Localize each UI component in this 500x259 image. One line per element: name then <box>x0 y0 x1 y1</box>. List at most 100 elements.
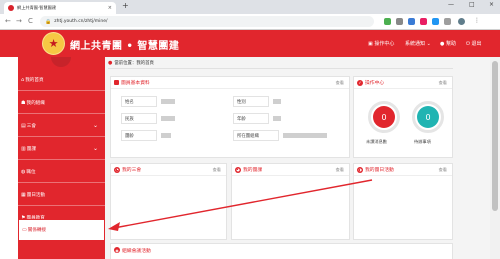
sidebar-item-group-lesson[interactable]: ▥ 團課 ⌄ <box>18 138 105 160</box>
todo-count: 0 <box>417 106 439 128</box>
reload-button[interactable]: C <box>28 17 33 25</box>
league-age-value <box>161 133 171 138</box>
card-header: 團員基本資料 查看 <box>111 77 349 89</box>
gender-value <box>273 99 281 104</box>
sidebar-item-label: 三會 <box>26 123 36 129</box>
league-emblem-icon: ★ <box>42 32 65 55</box>
window-maximize-button[interactable]: □ <box>469 1 475 8</box>
card-header: ◉ 組織會議活動 <box>111 244 452 256</box>
sidebar-item-home[interactable]: ⌂ 我的首頁 <box>18 69 105 91</box>
tab-close-button[interactable]: × <box>108 5 112 11</box>
lesson-icon: ◕ <box>235 166 241 173</box>
sidebar: ⌂ 我的首頁 ☗ 我的組織 ▤ 三會 ⌄ ▥ 團課 ⌄ ◍ 職位 ▦ 團日活動 … <box>18 57 105 259</box>
info-icon <box>114 80 119 85</box>
ethnicity-value <box>161 116 175 121</box>
league-age-label: 團齡 <box>121 130 157 141</box>
card-header: ◑ 我的團日活動 查看 <box>354 164 452 176</box>
profile-avatar[interactable] <box>458 18 465 25</box>
sidebar-item-label: 關係轉接 <box>27 228 47 233</box>
main-content: ● 當前位置：我的首頁 團員基本資料 查看 姓名 民族 團齡 性別 年齡 所在團… <box>105 57 500 259</box>
card-title: 我的團日活動 <box>365 168 394 173</box>
url-input[interactable]: 🔒 zhtj.youth.cn/zhtj/mine/ <box>40 16 374 27</box>
operation-center-card: ✓ 操作中心 查看 0 未讀消息數 0 待辦事項 <box>353 76 453 158</box>
book-icon: ▥ <box>21 145 26 152</box>
divider <box>108 68 453 69</box>
operation-center-link[interactable]: ▣ 操作中心 <box>368 40 394 47</box>
view-more-link[interactable]: 查看 <box>439 80 447 86</box>
sidebar-item-organization[interactable]: ☗ 我的組織 <box>18 92 105 114</box>
forward-button[interactable]: → <box>16 17 22 25</box>
sidebar-item-label: 我的組織 <box>26 100 45 106</box>
my-three-meetings-card: ◔ 我的三會 查看 <box>110 163 227 240</box>
card-title: 我的團課 <box>243 168 263 173</box>
extension-icon[interactable] <box>444 18 451 25</box>
avatar <box>51 57 71 67</box>
site-title: 網上共青團 • 智慧團建 <box>70 41 180 52</box>
sidebar-item-label: 團日活動 <box>26 192 46 198</box>
location-pin-icon: ● <box>108 59 113 66</box>
view-more-link[interactable]: 查看 <box>439 167 447 173</box>
system-notice-link[interactable]: 系統通知 ⌄ <box>405 40 431 47</box>
window-close-button[interactable]: × <box>489 1 494 8</box>
card-title: 團員基本資料 <box>121 81 150 86</box>
gender-label: 性別 <box>233 96 269 107</box>
new-tab-button[interactable]: + <box>122 1 129 10</box>
unread-count: 0 <box>373 106 395 128</box>
window-minimize-button[interactable]: — <box>448 1 454 8</box>
my-group-lesson-card: ◕ 我的團課 查看 <box>231 163 350 240</box>
todo-counter[interactable]: 0 <box>412 101 444 133</box>
card-title: 組織會議活動 <box>122 248 151 254</box>
lock-icon: 🔒 <box>45 18 52 25</box>
operation-center-label: 操作中心 <box>374 41 395 47</box>
basic-info-card: 團員基本資料 查看 姓名 民族 團齡 性別 年齡 所在團組織 <box>110 76 350 158</box>
browser-tab[interactable]: 網上共青團·智慧團建 × <box>4 2 116 14</box>
name-label: 姓名 <box>121 96 157 107</box>
view-more-link[interactable]: 查看 <box>336 167 344 173</box>
name-value <box>161 99 175 104</box>
transfer-icon: ▭ <box>22 227 27 233</box>
favicon-icon <box>8 5 14 11</box>
page-scrollbar[interactable] <box>490 57 500 259</box>
organization-label: 所在團組織 <box>233 130 279 141</box>
view-more-link[interactable]: 查看 <box>336 80 344 86</box>
help-link[interactable]: ● 幫助 <box>440 40 456 47</box>
logout-label: 退出 <box>471 41 482 47</box>
ethnicity-label: 民族 <box>121 113 157 124</box>
card-header: ◕ 我的團課 查看 <box>232 164 349 176</box>
extension-icon[interactable] <box>420 18 427 25</box>
card-header: ◔ 我的三會 查看 <box>111 164 226 176</box>
sidebar-item-three-meetings[interactable]: ▤ 三會 ⌄ <box>18 115 105 137</box>
sidebar-item-label: 我的首頁 <box>25 77 44 83</box>
home-icon: ⌂ <box>21 76 25 83</box>
activity-icon: ◉ <box>114 247 120 253</box>
browser-menu-icon[interactable]: ⋮ <box>474 17 481 24</box>
browser-tab-bar: 網上共青團·智慧團建 × + — □ × <box>0 0 500 14</box>
sidebar-item-transfer[interactable]: ▭ 關係轉接 <box>18 219 105 241</box>
view-more-link[interactable]: 查看 <box>213 167 221 173</box>
extension-icon[interactable] <box>432 18 439 25</box>
people-icon: ☗ <box>21 99 26 106</box>
unread-messages-counter[interactable]: 0 <box>368 101 400 133</box>
url-text: zhtj.youth.cn/zhtj/mine/ <box>54 19 108 24</box>
help-label: 幫助 <box>445 41 456 47</box>
badge-icon: ◍ <box>21 168 26 175</box>
card-title: 我的三會 <box>122 168 142 173</box>
browser-address-bar: ← → C 🔒 zhtj.youth.cn/zhtj/mine/ ⋮ <box>0 14 500 30</box>
card-title: 操作中心 <box>365 81 385 86</box>
calendar-icon: ◑ <box>357 166 363 173</box>
age-label: 年齡 <box>233 113 269 124</box>
scrollbar-thumb[interactable] <box>492 61 498 211</box>
extension-icon[interactable] <box>408 18 415 25</box>
chevron-down-icon: ⌄ <box>92 145 98 152</box>
back-button[interactable]: ← <box>5 17 11 25</box>
card-header: ✓ 操作中心 查看 <box>354 77 452 89</box>
sidebar-item-league-day[interactable]: ▦ 團日活動 <box>18 184 105 206</box>
extension-icon[interactable] <box>384 18 391 25</box>
recent-activity-card: ◉ 組織會議活動 <box>110 243 453 259</box>
todo-label: 待辦事項 <box>414 139 431 144</box>
age-value <box>273 116 281 121</box>
operation-icon: ✓ <box>357 79 363 86</box>
sidebar-item-position[interactable]: ◍ 職位 <box>18 161 105 183</box>
logout-link[interactable]: ⏻ 退出 <box>466 40 482 47</box>
extension-icon[interactable] <box>396 18 403 25</box>
